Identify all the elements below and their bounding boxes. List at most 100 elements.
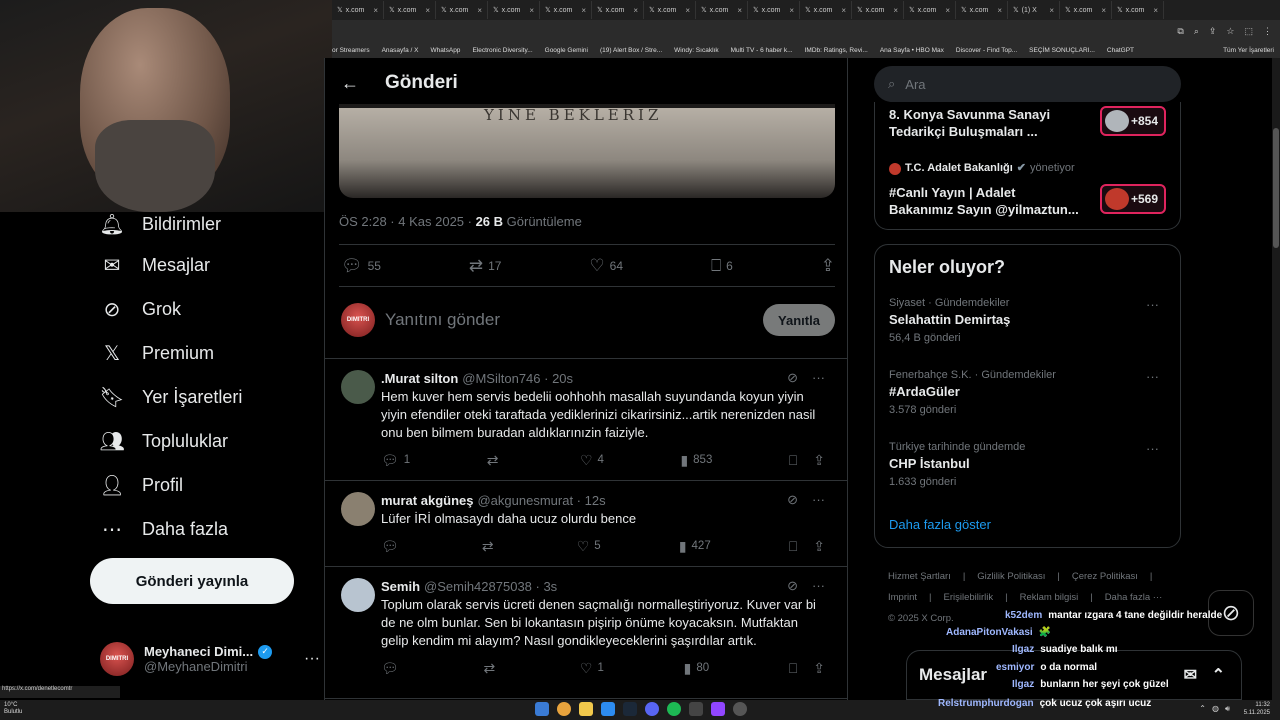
bookmark-item[interactable]: Tüm Yer İşaretleri — [1223, 47, 1280, 54]
footer-link[interactable]: | — [1057, 571, 1059, 582]
close-icon[interactable]: × — [737, 6, 742, 15]
bookmark-item[interactable]: SEÇİM SONUÇLARI... — [1029, 47, 1095, 54]
browser-tab[interactable]: 𝕏x.com × — [904, 1, 956, 19]
close-icon[interactable]: × — [685, 6, 690, 15]
close-icon[interactable]: × — [581, 6, 586, 15]
more-dots-icon[interactable]: ··· — [1146, 369, 1159, 384]
close-icon[interactable]: × — [789, 6, 794, 15]
bookmark-icon[interactable]: ⎕ — [789, 660, 797, 677]
cast-icon[interactable]: ⧉ — [1177, 26, 1183, 37]
bookmark-icon[interactable]: ⎕ — [789, 452, 797, 469]
post-button[interactable]: Gönderi yayınla — [90, 558, 294, 604]
app-icon[interactable] — [601, 702, 615, 716]
sidebar-item-messages[interactable]: ✉ Mesajlar — [100, 253, 210, 277]
close-icon[interactable]: × — [425, 6, 430, 15]
share-icon[interactable]: ⇪ — [1209, 26, 1217, 37]
bookmark-item[interactable]: IMDb: Ratings, Revi... — [805, 47, 868, 54]
footer-link[interactable]: | — [1090, 592, 1092, 603]
post-media-image[interactable]: YINE BEKLERIZ — [339, 104, 835, 198]
bookmark-item[interactable]: ChatGPT — [1107, 47, 1134, 54]
like-action[interactable]: ♡ 1 — [580, 660, 604, 677]
footer-link[interactable]: Hizmet Şartları — [888, 571, 951, 582]
reply-action[interactable]: 💬︎ — [381, 538, 404, 555]
star-icon[interactable]: ☆ — [1226, 26, 1234, 37]
more-dots-icon[interactable]: ··· — [1146, 297, 1159, 312]
like-action[interactable]: ♡ 64 — [589, 256, 623, 276]
reply-tweet[interactable]: murat akgüneş @akgunesmurat · 12s ⊘ ··· L… — [325, 480, 847, 555]
reply-tweet[interactable]: .Murat silton @MSilton746 · 20s ⊘ ··· Hem… — [325, 358, 847, 469]
bookmark-item[interactable]: Ana Sayfa • HBO Max — [880, 47, 944, 54]
browser-tab[interactable]: 𝕏x.com × — [748, 1, 800, 19]
more-dots-icon[interactable]: ··· — [812, 578, 825, 594]
bookmark-item[interactable]: Discover - Find Top... — [956, 47, 1017, 54]
browser-tab[interactable]: 𝕏x.com × — [956, 1, 1008, 19]
bookmark-item[interactable]: WhatsApp — [430, 47, 460, 54]
repost-action[interactable]: ⇄ — [487, 452, 504, 469]
like-action[interactable]: ♡ 5 — [577, 538, 601, 555]
reply-button[interactable]: Yanıtla — [763, 304, 835, 336]
scrollbar-thumb[interactable] — [1273, 128, 1279, 248]
sidebar-item-grok[interactable]: ⊘ Grok — [100, 297, 181, 321]
promoted-account[interactable]: T.C. Adalet Bakanlığı ✔ yönetiyor — [889, 160, 1075, 177]
browser-tab[interactable]: 𝕏x.com × — [436, 1, 488, 19]
avatar[interactable] — [341, 578, 375, 612]
account-switcher[interactable]: DIMITRI Meyhaneci Dimi... ✓ @MeyhaneDimit… — [100, 636, 320, 682]
clock[interactable]: 11:32 5.11.2025 — [1244, 701, 1270, 717]
bookmark-action[interactable]: ⎕ 6 — [711, 256, 733, 276]
menu-icon[interactable]: ⋮ — [1263, 26, 1272, 37]
browser-tab[interactable]: 𝕏x.com × — [852, 1, 904, 19]
share-icon[interactable]: ⇪ — [813, 538, 825, 555]
repost-action[interactable]: ⇄ — [482, 538, 499, 555]
share-icon[interactable]: ⇪ — [813, 660, 825, 677]
trend-item[interactable]: Türkiye tarihinde gündemde CHP İstanbul 1.… — [889, 441, 1169, 488]
steam-icon[interactable] — [623, 702, 637, 716]
promoted-trend[interactable]: 8. Konya Savunma Sanayi Tedarikçi Buluşma… — [889, 106, 1050, 140]
browser-tab[interactable]: 𝕏x.com × — [592, 1, 644, 19]
browser-tab[interactable]: 𝕏x.com × — [540, 1, 592, 19]
reply-action[interactable]: 💬︎ 55 — [341, 256, 381, 276]
close-icon[interactable]: × — [893, 6, 898, 15]
bookmark-item[interactable]: Windy: Sıcaklık — [674, 47, 718, 54]
promoted-trend[interactable]: #Canlı Yayın | Adalet Bakanımız Sayın @yi… — [889, 184, 1079, 218]
close-icon[interactable]: × — [1049, 6, 1054, 15]
browser-tab[interactable]: 𝕏x.com × — [644, 1, 696, 19]
bookmark-item[interactable]: Electronic Diversity... — [472, 47, 532, 54]
close-icon[interactable]: × — [945, 6, 950, 15]
browser-tab[interactable]: 𝕏 (1) X × — [1008, 1, 1060, 19]
close-icon[interactable]: × — [477, 6, 482, 15]
close-icon[interactable]: × — [373, 6, 378, 15]
twitch-icon[interactable] — [711, 702, 725, 716]
zoom-icon[interactable]: ⌕ — [1194, 26, 1199, 37]
engagement-badge[interactable]: +854 — [1100, 106, 1166, 136]
browser-tab[interactable]: 𝕏x.com × — [1060, 1, 1112, 19]
browser-tab[interactable]: 𝕏x.com × — [800, 1, 852, 19]
footer-link[interactable]: Reklam bilgisi — [1020, 592, 1079, 603]
close-icon[interactable]: × — [997, 6, 1002, 15]
author-name[interactable]: Semih — [381, 579, 420, 594]
more-dots-icon[interactable]: ··· — [304, 650, 320, 668]
reply-action[interactable]: 💬︎ — [381, 660, 404, 677]
scrollbar[interactable] — [1272, 58, 1280, 700]
more-dots-icon[interactable]: ··· — [1146, 441, 1159, 456]
author-name[interactable]: murat akgüneş — [381, 493, 473, 508]
views-action[interactable]: ▮ 853 — [680, 452, 712, 469]
bookmark-item[interactable]: Multi TV - 6 haber k... — [731, 47, 793, 54]
sidebar-item-communities[interactable]: 👥︎ Topluluklar — [99, 429, 228, 453]
author-name[interactable]: .Murat silton — [381, 371, 458, 386]
footer-link[interactable]: | — [1150, 571, 1152, 582]
close-icon[interactable]: × — [633, 6, 638, 15]
sidebar-item-notifications[interactable]: 🔔︎ Bildirimler — [99, 212, 221, 236]
reply-action[interactable]: 💬︎ 1 — [381, 452, 410, 469]
share-icon[interactable]: ⇪ — [813, 452, 825, 469]
obs-icon[interactable] — [733, 702, 747, 716]
footer-link[interactable]: Imprint — [888, 592, 917, 603]
sidebar-item-more[interactable]: ⋯ Daha fazla — [100, 517, 228, 541]
browser-tab[interactable]: 𝕏x.com × — [332, 1, 384, 19]
show-more-link[interactable]: Daha fazla göster — [889, 517, 991, 532]
footer-link[interactable]: Gizlilik Politikası — [977, 571, 1045, 582]
footer-link[interactable]: | — [963, 571, 965, 582]
grok-icon[interactable]: ⊘ — [787, 578, 798, 594]
discord-icon[interactable] — [645, 702, 659, 716]
avatar[interactable] — [341, 370, 375, 404]
like-action[interactable]: ♡ 4 — [580, 452, 604, 469]
